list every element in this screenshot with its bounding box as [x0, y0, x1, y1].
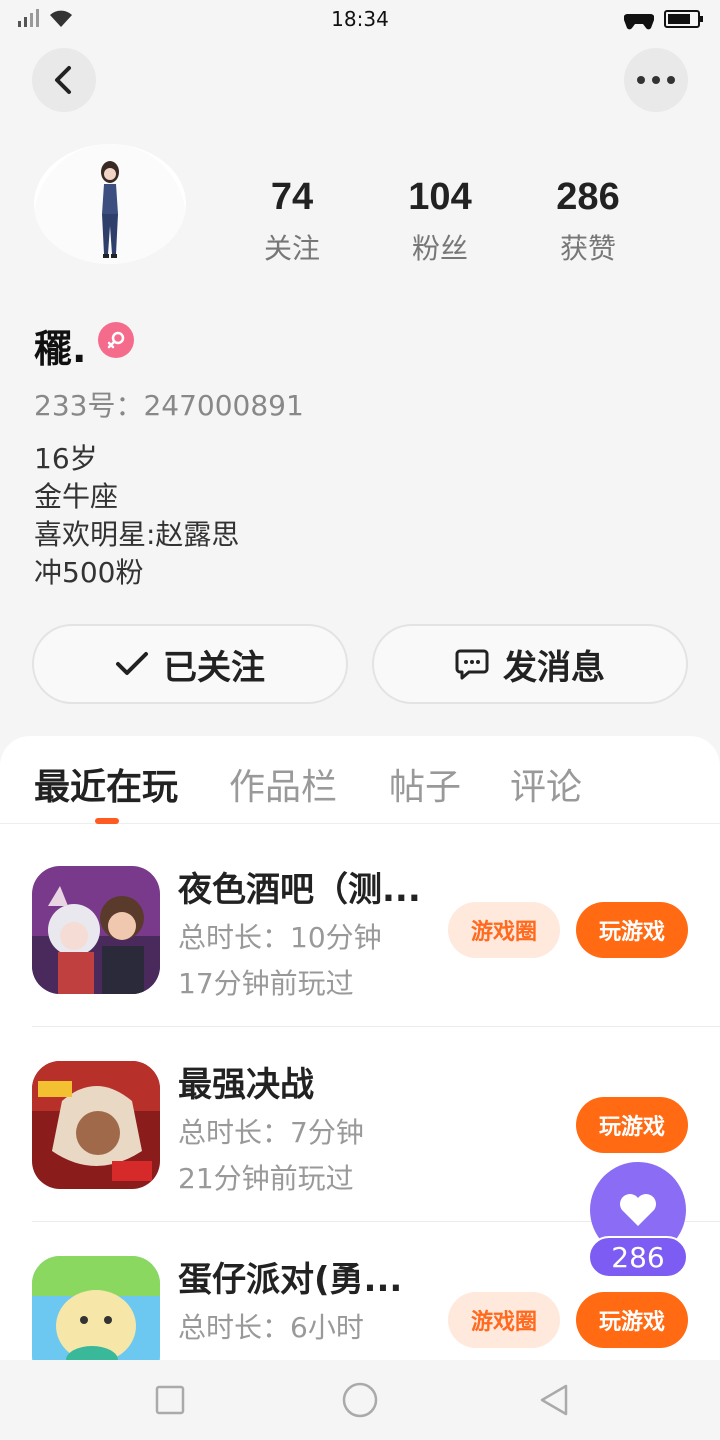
gender-badge	[98, 322, 134, 358]
following-label: 关注	[263, 232, 320, 265]
status-time: 18:34	[331, 7, 389, 31]
game-duration: 总时长：6小时	[178, 1311, 364, 1344]
more-button[interactable]	[624, 48, 688, 112]
home-button[interactable]	[342, 1382, 378, 1418]
tab-posts[interactable]: 帖子	[389, 758, 461, 810]
game-last-played: 17分钟前玩过	[178, 967, 354, 1000]
more-dots-icon	[637, 76, 675, 84]
bio-line: 喜欢明星:赵露思	[34, 518, 240, 551]
like-count-badge: 286	[588, 1236, 688, 1278]
game-duration: 总时长：10分钟	[178, 921, 382, 954]
follow-label: 已关注	[163, 647, 265, 688]
game-name: 夜色酒吧（测...	[178, 870, 421, 910]
play-game-button[interactable]: 玩游戏	[576, 902, 688, 958]
chat-bubble-icon	[455, 649, 489, 680]
user-id: 233号：247000891	[34, 389, 304, 422]
tab-works[interactable]: 作品栏	[229, 758, 337, 810]
chevron-left-icon	[55, 66, 71, 94]
game-last-played: 21分钟前玩过	[178, 1162, 354, 1195]
game-circle-button[interactable]: 游戏圈	[448, 902, 560, 958]
tab-comments[interactable]: 评论	[510, 758, 582, 810]
avatar[interactable]	[34, 144, 186, 264]
likes-received-label: 获赞	[559, 232, 616, 265]
fans-label: 粉丝	[411, 232, 468, 265]
triangle-back-icon	[540, 1384, 568, 1416]
message-label: 发消息	[503, 647, 605, 688]
play-game-button[interactable]: 玩游戏	[576, 1292, 688, 1348]
message-button[interactable]: 发消息	[372, 624, 688, 704]
follow-button[interactable]: 已关注	[32, 624, 348, 704]
check-icon	[116, 652, 148, 675]
tab-bar: 最近在玩 作品栏 帖子 评论	[0, 736, 720, 824]
game-row[interactable]: 夜色酒吧（测... 总时长：10分钟 17分钟前玩过 游戏圈 玩游戏	[0, 832, 720, 1027]
system-nav-bar	[0, 1360, 720, 1440]
bio-line: 16岁	[34, 442, 98, 475]
avatar-image	[34, 144, 186, 264]
tab-indicator	[95, 818, 119, 824]
likes-stat[interactable]: 286 获赞	[528, 176, 648, 267]
square-icon	[155, 1385, 185, 1415]
status-bar: 18:34	[0, 0, 720, 38]
bio-line: 冲500粉	[34, 556, 144, 589]
game-duration: 总时长：7分钟	[178, 1116, 364, 1149]
following-stat[interactable]: 74 关注	[232, 176, 352, 267]
fans-count: 104	[408, 176, 472, 218]
heart-icon	[620, 1194, 656, 1226]
likes-received-count: 286	[556, 176, 620, 218]
following-count: 74	[270, 176, 314, 218]
female-icon	[107, 331, 125, 349]
game-circle-button[interactable]: 游戏圈	[448, 1292, 560, 1348]
game-name: 最强决战	[178, 1065, 314, 1105]
circle-icon	[342, 1382, 378, 1418]
tab-recent-playing[interactable]: 最近在玩	[34, 758, 178, 810]
recent-apps-button[interactable]	[152, 1382, 188, 1418]
game-name: 蛋仔派对(勇...	[178, 1260, 403, 1300]
system-back-button[interactable]	[536, 1382, 572, 1418]
game-icon[interactable]	[32, 1061, 160, 1189]
fans-stat[interactable]: 104 粉丝	[380, 176, 500, 267]
game-icon[interactable]	[32, 1256, 160, 1360]
bio: 16岁 金牛座 喜欢明星:赵露思 冲500粉	[34, 440, 239, 592]
game-icon[interactable]	[32, 866, 160, 994]
play-game-button[interactable]: 玩游戏	[576, 1097, 688, 1153]
bio-line: 金牛座	[34, 480, 119, 513]
username: 䆉.	[34, 327, 87, 371]
back-button[interactable]	[32, 48, 96, 112]
